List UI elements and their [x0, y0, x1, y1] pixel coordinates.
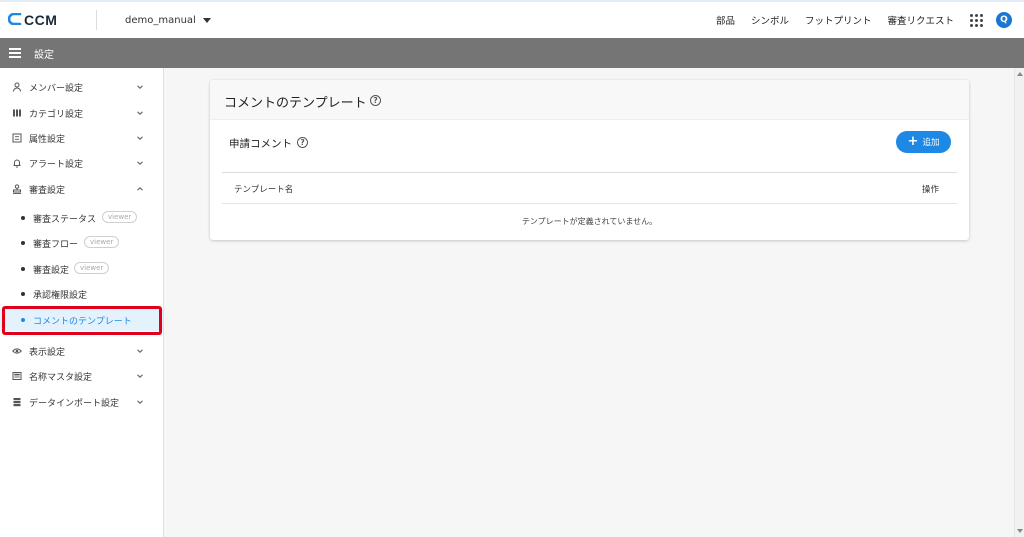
highlight-annotation	[2, 306, 162, 335]
help-icon[interactable]: ?	[297, 137, 308, 148]
sidebar-item-name-master[interactable]: 名称マスタ設定	[0, 365, 163, 387]
sidebar-item-attributes[interactable]: 属性設定	[0, 127, 163, 149]
nav-parts[interactable]: 部品	[716, 13, 735, 27]
sidebar-item-alerts[interactable]: アラート設定	[0, 152, 163, 174]
bullet	[21, 267, 25, 271]
comment-template-card: コメントのテンプレート ? 申請コメント ? + 追加 テンプレート名 操作 テ…	[210, 80, 969, 240]
sidebar-subitem-approval-permissions[interactable]: 承認権限設定	[0, 283, 163, 305]
bullet	[21, 292, 25, 296]
chevron-down-icon	[137, 111, 143, 115]
sidebar-item-members[interactable]: メンバー設定	[0, 76, 163, 98]
menu-icon[interactable]	[9, 46, 21, 60]
sidebar-item-label: アラート設定	[29, 159, 84, 170]
viewer-badge: viewer	[84, 236, 120, 248]
app-logo[interactable]: CCM	[7, 12, 88, 28]
sidebar-item-label: 表示設定	[29, 347, 66, 358]
user-icon	[12, 82, 22, 92]
sidebar-subitem-label: 審査フロー	[33, 240, 79, 250]
chevron-down-icon	[137, 349, 143, 353]
section-title: 申請コメント	[229, 138, 292, 150]
chevron-down-icon	[137, 85, 143, 89]
settings-sidebar: メンバー設定 カテゴリ設定 属性設定 アラート設定 審査設定 審査ステータス v	[0, 68, 164, 537]
plus-icon: +	[907, 134, 919, 149]
bullet	[21, 241, 25, 245]
column-header-template-name: テンプレート名	[234, 185, 294, 195]
nav-symbols[interactable]: シンボル	[751, 13, 789, 27]
sidebar-item-display[interactable]: 表示設定	[0, 340, 163, 362]
sidebar-item-label: 名称マスタ設定	[29, 372, 93, 383]
eye-icon	[12, 346, 22, 356]
logo-text: CCM	[24, 12, 58, 28]
apps-grid-icon[interactable]	[970, 13, 983, 27]
header-divider	[96, 10, 97, 30]
sidebar-item-data-import[interactable]: データインポート設定	[0, 391, 163, 413]
category-icon	[12, 108, 22, 118]
master-icon	[12, 371, 22, 381]
column-header-operations: 操作	[922, 185, 940, 195]
add-button-label: 追加	[922, 138, 940, 148]
card-title: コメントのテンプレート	[224, 96, 367, 111]
sidebar-item-label: 属性設定	[29, 134, 66, 145]
top-nav: 部品 シンボル フットプリント 審査リクエスト Q	[700, 12, 1024, 28]
chevron-down-icon	[137, 374, 143, 378]
help-icon[interactable]: ?	[370, 95, 381, 106]
sidebar-subitem-review-flow[interactable]: 審査フロー viewer	[0, 232, 163, 254]
chevron-down-icon	[137, 400, 143, 404]
sidebar-subitem-review-status[interactable]: 審査ステータス viewer	[0, 207, 163, 229]
sidebar-item-review[interactable]: 審査設定	[0, 178, 163, 200]
sidebar-item-categories[interactable]: カテゴリ設定	[0, 102, 163, 124]
bullet	[21, 216, 25, 220]
top-bar: CCM demo_manual 部品 シンボル フットプリント 審査リクエスト …	[0, 0, 1024, 38]
chevron-down-icon	[137, 161, 143, 165]
viewer-badge: viewer	[102, 211, 138, 223]
project-selector[interactable]: demo_manual	[125, 15, 211, 26]
chevron-down-icon	[137, 136, 143, 140]
sidebar-subitem-label: 審査ステータス	[33, 215, 97, 225]
scroll-down-arrow-icon[interactable]	[1017, 529, 1023, 533]
table-divider	[222, 172, 957, 173]
chevron-up-icon	[137, 187, 143, 191]
sidebar-item-label: 審査設定	[29, 185, 66, 196]
sidebar-subitem-review-settings[interactable]: 審査設定 viewer	[0, 258, 163, 280]
user-avatar[interactable]: Q	[996, 12, 1012, 28]
card-header: コメントのテンプレート ?	[210, 80, 969, 120]
table-divider	[222, 203, 957, 204]
sidebar-subitem-label: 審査設定	[33, 266, 70, 276]
sidebar-subitem-label: 承認権限設定	[33, 291, 88, 301]
import-icon	[12, 397, 22, 407]
project-name: demo_manual	[125, 14, 196, 26]
bell-icon	[12, 158, 22, 168]
logo-icon	[7, 12, 22, 28]
main-content: コメントのテンプレート ? 申請コメント ? + 追加 テンプレート名 操作 テ…	[164, 68, 1014, 537]
nav-review-requests[interactable]: 審査リクエスト	[887, 13, 954, 27]
stamp-icon	[12, 184, 22, 194]
sidebar-item-label: カテゴリ設定	[29, 109, 84, 120]
caret-down-icon	[202, 17, 211, 23]
settings-title-bar: 設定	[0, 38, 1024, 68]
attribute-icon	[12, 133, 22, 143]
empty-state-message: テンプレートが定義されていません。	[521, 217, 658, 226]
nav-footprints[interactable]: フットプリント	[805, 13, 872, 27]
add-template-button[interactable]: + 追加	[896, 131, 951, 153]
page-title: 設定	[34, 49, 54, 61]
scroll-up-arrow-icon[interactable]	[1017, 72, 1023, 76]
vertical-scrollbar[interactable]	[1014, 68, 1024, 537]
sidebar-item-label: メンバー設定	[29, 83, 84, 94]
viewer-badge: viewer	[74, 262, 110, 274]
sidebar-item-label: データインポート設定	[29, 398, 120, 409]
